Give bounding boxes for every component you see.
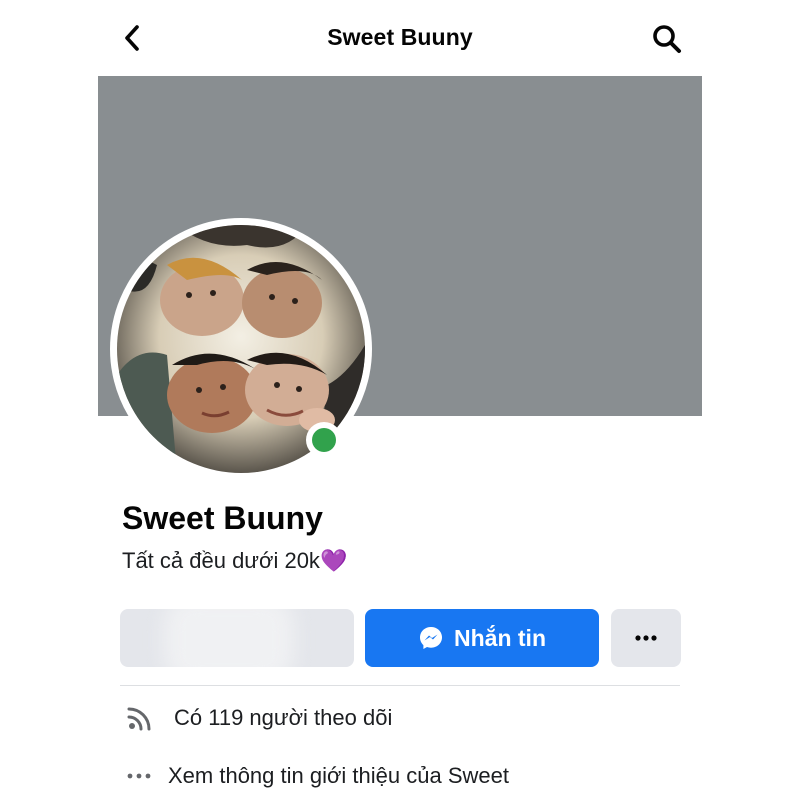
search-icon <box>653 25 681 53</box>
search-button[interactable] <box>648 20 686 58</box>
followers-row: Có 119 người theo dõi <box>120 700 392 736</box>
followers-text: Có 119 người theo dõi <box>174 705 393 730</box>
about-row[interactable]: Xem thông tin giới thiệu của Sweet <box>120 758 509 794</box>
top-bar: Sweet Buuny <box>0 0 800 76</box>
more-horizontal-icon <box>120 772 160 780</box>
bio-text: Tất cả đều dưới 20k <box>122 548 320 573</box>
blurred-content <box>164 609 294 667</box>
more-options-button[interactable] <box>611 609 681 667</box>
profile-bio: Tất cả đều dưới 20k💜 <box>122 548 347 574</box>
message-button[interactable]: Nhắn tin <box>365 609 599 667</box>
more-horizontal-icon <box>635 635 657 641</box>
online-status-dot <box>306 422 342 458</box>
rss-feed-icon <box>120 704 160 732</box>
purple-heart-emoji: 💜 <box>319 548 348 573</box>
follow-button[interactable] <box>120 609 354 667</box>
message-button-label: Nhắn tin <box>454 624 546 651</box>
messenger-icon <box>420 627 442 649</box>
profile-name: Sweet Buuny <box>122 500 323 536</box>
about-link-text[interactable]: Xem thông tin giới thiệu của Sweet <box>168 763 509 789</box>
divider <box>120 685 680 686</box>
